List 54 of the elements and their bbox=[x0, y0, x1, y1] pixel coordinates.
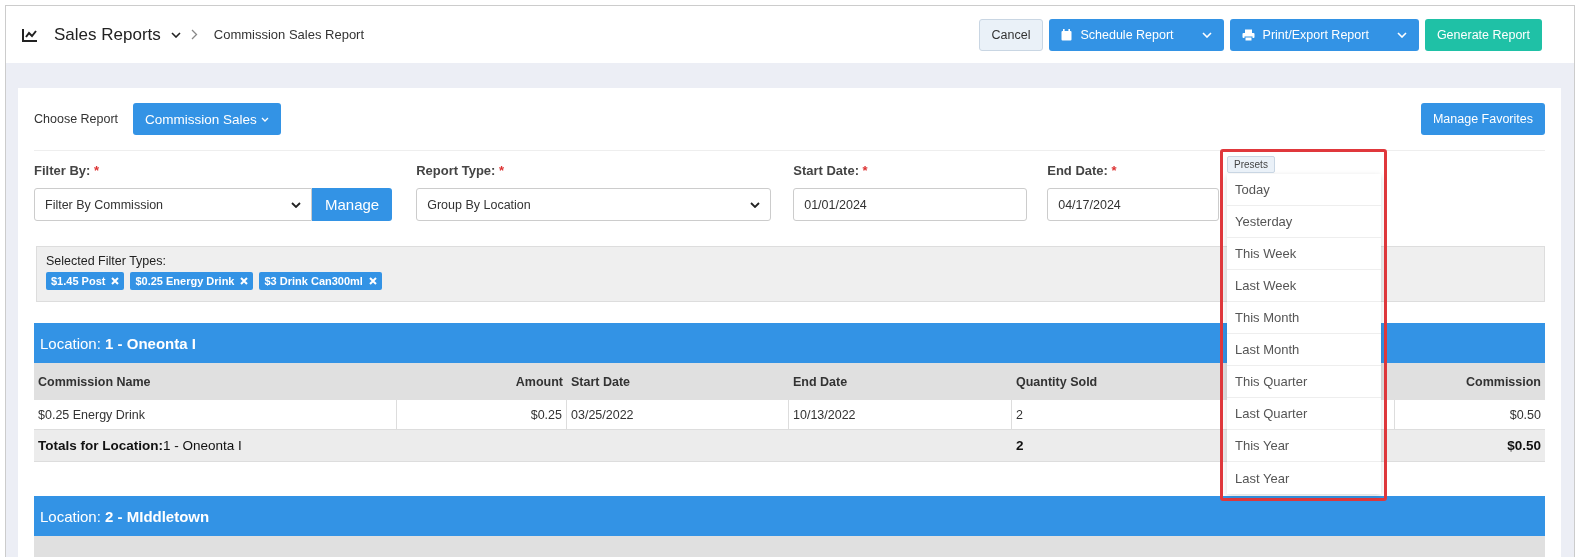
select-field[interactable]: Group By Location bbox=[416, 188, 772, 221]
preset-option[interactable]: Last Year bbox=[1227, 462, 1381, 494]
location-title: Location: 2 - MIddletown bbox=[40, 507, 210, 525]
field-label: Filter By: bbox=[34, 163, 91, 178]
chevron-down-icon bbox=[260, 116, 269, 122]
breadcrumb-separator-icon bbox=[190, 29, 198, 40]
page-title: Sales Reports bbox=[54, 24, 161, 45]
breadcrumb-link[interactable]: Commission Sales Report bbox=[213, 27, 365, 42]
date-field[interactable]: 01/01/2024 bbox=[793, 188, 1028, 221]
line-chart-icon bbox=[22, 27, 38, 42]
preset-option[interactable]: This Month bbox=[1227, 302, 1381, 334]
totals-label: Totals for Location:1 - Oneonta I bbox=[34, 430, 1012, 462]
choose-report-label: Choose Report bbox=[34, 112, 119, 126]
preset-option[interactable]: Last Week bbox=[1227, 270, 1381, 302]
table-cell: $0.25 Energy Drink bbox=[34, 400, 397, 430]
chevron-down-icon bbox=[750, 201, 761, 208]
table-cell: $0.25 bbox=[397, 400, 567, 430]
preset-option[interactable]: This Year bbox=[1227, 430, 1381, 462]
preset-option[interactable]: Yesterday bbox=[1227, 206, 1381, 238]
column-header: Start Date bbox=[567, 363, 789, 400]
chevron-down-icon bbox=[1396, 31, 1407, 38]
column-header: End Date bbox=[789, 363, 1012, 400]
preset-option[interactable]: Today bbox=[1227, 174, 1381, 206]
field-label: Report Type: bbox=[416, 163, 496, 178]
chevron-down-icon[interactable] bbox=[170, 31, 181, 38]
table-cell: 10/13/2022 bbox=[789, 400, 1012, 430]
required-mark: * bbox=[499, 163, 505, 178]
calendar-icon bbox=[1061, 28, 1073, 41]
field-label: Start Date: bbox=[793, 163, 859, 178]
required-mark: * bbox=[1111, 163, 1117, 178]
presets-button[interactable]: Presets bbox=[1227, 156, 1275, 173]
preset-option[interactable]: This Quarter bbox=[1227, 366, 1381, 398]
preset-option[interactable]: Last Month bbox=[1227, 334, 1381, 366]
required-mark: * bbox=[862, 163, 868, 178]
column-header: Amount bbox=[397, 363, 567, 400]
select-field[interactable]: Filter By Commission bbox=[34, 188, 312, 221]
printer-icon bbox=[1241, 28, 1255, 41]
date-field[interactable]: 04/17/2024 bbox=[1047, 188, 1220, 221]
table-cell: 03/25/2022 bbox=[567, 400, 789, 430]
column-header: Commission Name bbox=[34, 363, 397, 400]
selected-filters-label: Selected Filter Types: bbox=[46, 254, 167, 268]
preset-option[interactable]: Last Quarter bbox=[1227, 398, 1381, 430]
preset-option[interactable]: This Week bbox=[1227, 238, 1381, 270]
close-icon[interactable] bbox=[111, 277, 120, 285]
cancel-button[interactable]: Cancel bbox=[978, 18, 1044, 51]
required-mark: * bbox=[93, 163, 100, 178]
location-title: Location: 1 - Oneonta I bbox=[40, 334, 196, 352]
column-header: Commission bbox=[1395, 363, 1545, 400]
chevron-down-icon bbox=[1201, 31, 1212, 38]
close-icon[interactable] bbox=[240, 277, 249, 285]
field-label: End Date: bbox=[1047, 163, 1108, 178]
close-icon[interactable] bbox=[368, 277, 377, 285]
chevron-down-icon bbox=[291, 201, 301, 208]
totals-cell: $0.50 bbox=[1395, 430, 1545, 462]
